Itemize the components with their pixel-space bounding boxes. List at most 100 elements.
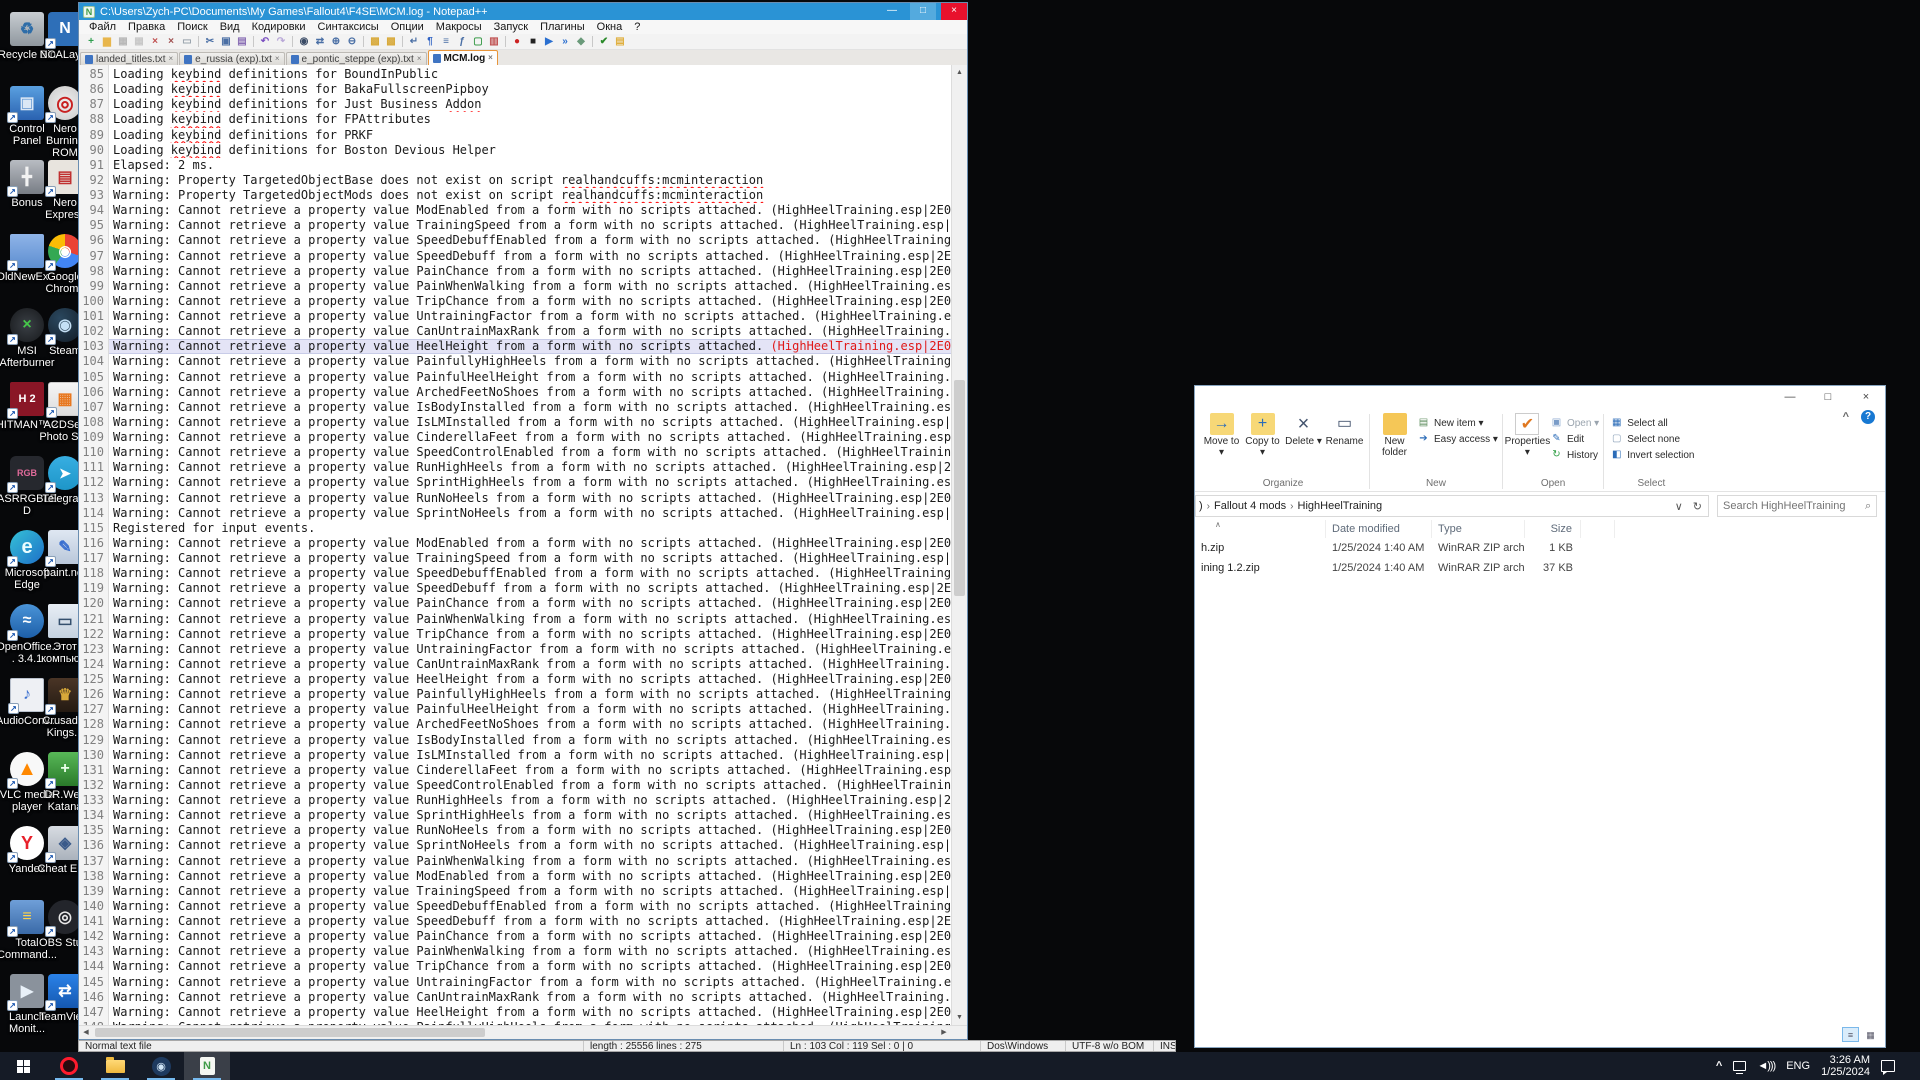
action-center-icon[interactable]: [1881, 1060, 1895, 1072]
move-to-button[interactable]: →Move to ▾: [1201, 412, 1242, 458]
new-folder-button[interactable]: New folder: [1374, 412, 1415, 458]
new-file-icon[interactable]: +: [83, 34, 99, 49]
horizontal-scroll-thumb[interactable]: [95, 1028, 485, 1037]
explorer-titlebar[interactable]: — □ ×: [1195, 386, 1885, 408]
macro-record-icon[interactable]: ●: [509, 34, 525, 49]
menu-item-[interactable]: Запуск: [488, 21, 534, 33]
scroll-up-arrow[interactable]: ▲: [952, 65, 967, 80]
file-row[interactable]: h.zip1/25/2024 1:40 AMWinRAR ZIP archive…: [1195, 538, 1885, 558]
paste-icon[interactable]: ▤: [234, 34, 250, 49]
vertical-scrollbar[interactable]: ▲ ▼: [951, 65, 967, 1025]
tab-close-icon[interactable]: ×: [488, 54, 493, 62]
column-header-date-modified[interactable]: Date modified: [1326, 520, 1432, 538]
language-indicator[interactable]: ENG: [1786, 1060, 1810, 1072]
menu-item-[interactable]: Плагины: [534, 21, 591, 33]
notepadpp-titlebar[interactable]: N C:\Users\Zych-PC\Documents\My Games\Fa…: [79, 3, 967, 20]
network-icon[interactable]: [1733, 1061, 1746, 1071]
collapse-ribbon-icon[interactable]: ^: [1843, 411, 1849, 423]
taskbar-button-opera[interactable]: [46, 1052, 92, 1080]
spell-check-icon[interactable]: ✔: [596, 34, 612, 49]
scroll-left-arrow[interactable]: ◀: [79, 1026, 93, 1039]
menu-item-[interactable]: Правка: [122, 21, 171, 33]
column-header-type[interactable]: Type: [1432, 520, 1525, 538]
edit-button[interactable]: ✎Edit: [1550, 433, 1599, 445]
editor-area[interactable]: 85Loading keybind definitions for BoundI…: [79, 65, 951, 1025]
find-icon[interactable]: ◉: [296, 34, 312, 49]
tab-close-icon[interactable]: ×: [275, 55, 280, 63]
open-folder-icon[interactable]: ▆: [99, 34, 115, 49]
macro-run-multiple-icon[interactable]: »: [557, 34, 573, 49]
copy-to-button[interactable]: +Copy to ▾: [1242, 412, 1283, 458]
status-eol-format[interactable]: Dos\Windows: [981, 1041, 1066, 1051]
menu-item-[interactable]: Синтаксисы: [312, 21, 385, 33]
zoom-out-icon[interactable]: ⊖: [344, 34, 360, 49]
easy-access-button[interactable]: ➔Easy access ▾: [1417, 433, 1498, 445]
tab-landed-titles-txt[interactable]: landed_titles.txt×: [80, 52, 178, 65]
vertical-scroll-thumb[interactable]: [954, 380, 965, 596]
taskbar-button-steam[interactable]: ◉: [138, 1052, 184, 1080]
doc-map-icon[interactable]: ▥: [486, 34, 502, 49]
copy-icon[interactable]: ▣: [218, 34, 234, 49]
macro-stop-icon[interactable]: ■: [525, 34, 541, 49]
print-icon[interactable]: ▭: [179, 34, 195, 49]
menu-item-[interactable]: Поиск: [171, 21, 213, 33]
open-button[interactable]: ▣Open ▾: [1550, 417, 1599, 429]
column-header-size[interactable]: Size: [1525, 520, 1581, 538]
sync-horizontal-icon[interactable]: ▩: [383, 34, 399, 49]
macro-save-icon[interactable]: ◆: [573, 34, 589, 49]
doc-monitor-icon[interactable]: ▢: [470, 34, 486, 49]
show-all-chars-icon[interactable]: ¶: [422, 34, 438, 49]
minimize-button[interactable]: —: [879, 3, 905, 20]
start-button[interactable]: [0, 1052, 46, 1080]
save-icon[interactable]: ▦: [115, 34, 131, 49]
taskbar-button-file-explorer[interactable]: [92, 1052, 138, 1080]
menu-item-[interactable]: Кодировки: [246, 21, 312, 33]
search-input[interactable]: [1723, 500, 1865, 512]
breadcrumb-highheeltraining[interactable]: HighHeelTraining: [1298, 500, 1383, 512]
breadcrumb-fallout-4-mods[interactable]: Fallout 4 mods: [1214, 500, 1286, 512]
tab-e-russia-exp-txt[interactable]: e_russia (exp).txt×: [179, 52, 284, 65]
clock[interactable]: 3:26 AM 1/25/2024: [1821, 1054, 1870, 1078]
menu-item-[interactable]: Окна: [591, 21, 629, 33]
new-item-button[interactable]: ▤New item ▾: [1417, 417, 1498, 429]
tab-mcm-log[interactable]: MCM.log×: [428, 50, 498, 65]
close-all-icon[interactable]: ×: [163, 34, 179, 49]
properties-button[interactable]: ✔Properties ▾: [1507, 412, 1548, 458]
hidden-icons-chevron[interactable]: ^: [1716, 1060, 1722, 1072]
scroll-right-arrow[interactable]: ▶: [937, 1026, 951, 1039]
menu-item-[interactable]: Макросы: [430, 21, 488, 33]
plugin-doc-icon[interactable]: ▤: [612, 34, 628, 49]
file-row[interactable]: ining 1.2.zip1/25/2024 1:40 AMWinRAR ZIP…: [1195, 558, 1885, 578]
address-bar[interactable]: ) ›Fallout 4 mods›HighHeelTraining∨↻: [1195, 495, 1709, 517]
large-icons-view-button[interactable]: ▦: [1862, 1027, 1879, 1042]
status-encoding[interactable]: UTF-8 w/o BOM: [1066, 1041, 1154, 1051]
details-view-button[interactable]: ≡: [1842, 1027, 1859, 1042]
search-box[interactable]: ⌕: [1717, 495, 1877, 517]
help-icon[interactable]: ?: [1861, 410, 1875, 424]
cut-icon[interactable]: ✂: [202, 34, 218, 49]
replace-icon[interactable]: ⇄: [312, 34, 328, 49]
tab-e-pontic-steppe-exp-txt[interactable]: e_pontic_steppe (exp).txt×: [286, 52, 427, 65]
refresh-icon[interactable]: ↻: [1693, 500, 1702, 513]
tab-close-icon[interactable]: ×: [417, 55, 422, 63]
rename-button[interactable]: ▭Rename: [1324, 412, 1365, 447]
delete-button[interactable]: ×Delete ▾: [1283, 412, 1324, 447]
sync-vertical-icon[interactable]: ▩: [367, 34, 383, 49]
macro-play-icon[interactable]: ▶: [541, 34, 557, 49]
column-header-name[interactable]: ∧: [1195, 520, 1326, 538]
address-dropdown-icon[interactable]: ∨: [1675, 500, 1683, 513]
explorer-minimize-button[interactable]: —: [1771, 386, 1809, 408]
maximize-button[interactable]: □: [910, 3, 936, 20]
undo-icon[interactable]: ↶: [257, 34, 273, 49]
save-all-icon[interactable]: ▦: [131, 34, 147, 49]
menu-item-[interactable]: Вид: [214, 21, 246, 33]
zoom-in-icon[interactable]: ⊕: [328, 34, 344, 49]
scroll-down-arrow[interactable]: ▼: [952, 1010, 967, 1025]
indent-guide-icon[interactable]: ≡: [438, 34, 454, 49]
menu-item-[interactable]: Опции: [385, 21, 430, 33]
explorer-close-button[interactable]: ×: [1847, 386, 1885, 408]
explorer-maximize-button[interactable]: □: [1809, 386, 1847, 408]
word-wrap-icon[interactable]: ↵: [406, 34, 422, 49]
redo-icon[interactable]: ↷: [273, 34, 289, 49]
horizontal-scrollbar[interactable]: ◀ ▶: [79, 1025, 967, 1039]
